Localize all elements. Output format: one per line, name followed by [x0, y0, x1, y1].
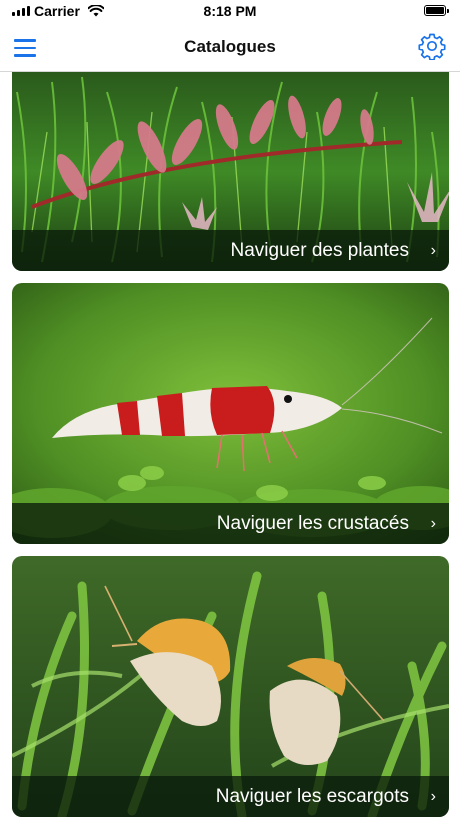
navigation-bar: Catalogues — [0, 24, 460, 72]
card-plants[interactable]: Naviguer des plantes › — [12, 72, 449, 271]
battery-icon — [424, 5, 449, 16]
page-title: Catalogues — [184, 37, 276, 56]
chevron-right-icon: › — [430, 242, 436, 259]
gear-icon — [418, 33, 446, 61]
card-crustaceans[interactable]: Naviguer les crustacés › — [12, 283, 449, 544]
chevron-right-icon: › — [430, 788, 436, 805]
card-snails[interactable]: Naviguer les escargots › — [12, 556, 449, 817]
card-label-plants: Naviguer des plantes — [230, 240, 410, 261]
catalogue-list: Naviguer des plantes › Naviguer les crus… — [0, 72, 460, 818]
card-label-snails: Naviguer les escargots — [215, 786, 409, 807]
settings-button[interactable] — [418, 32, 446, 61]
card-label-crustaceans: Naviguer les crustacés — [216, 513, 409, 534]
status-bar: Carrier 8:18 PM — [0, 0, 460, 24]
chevron-right-icon: › — [430, 515, 436, 532]
status-time: 8:18 PM — [203, 3, 257, 19]
